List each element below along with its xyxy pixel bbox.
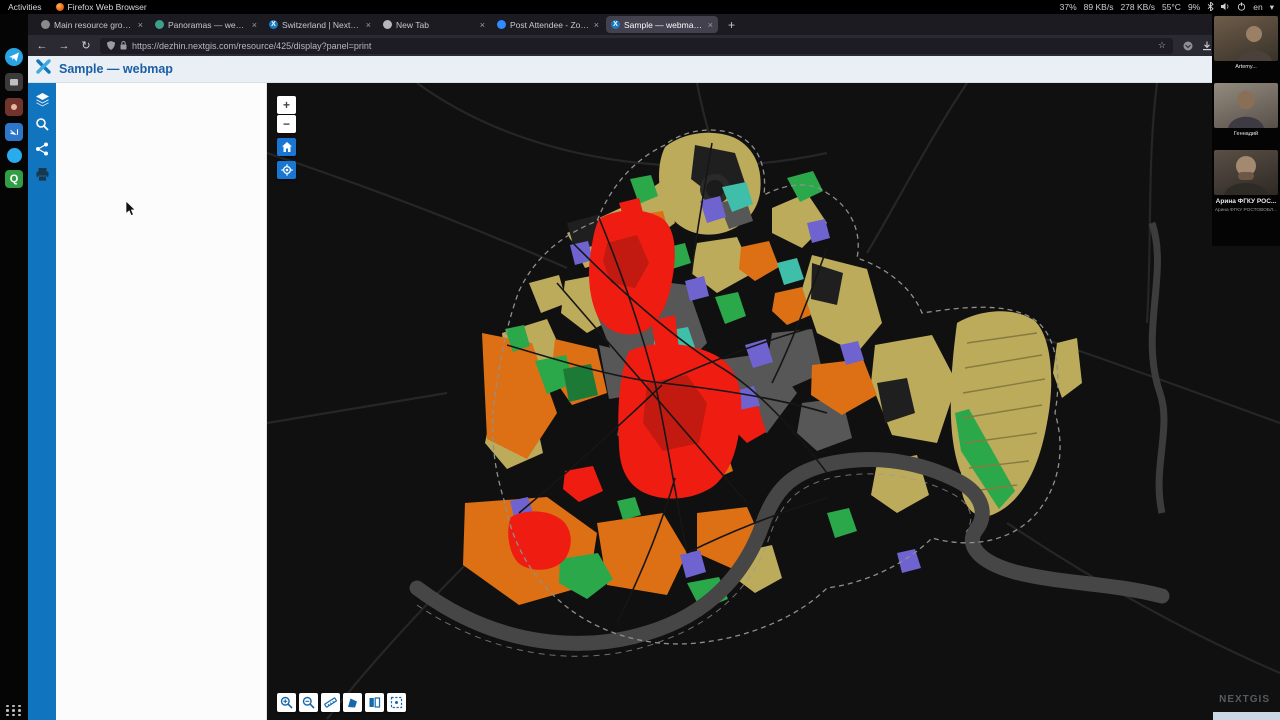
zoom-in-button[interactable]: + (277, 96, 296, 114)
corner-strip (1213, 712, 1280, 720)
system-menu-chevron[interactable]: ▾ (1270, 2, 1274, 13)
firefox-icon (55, 3, 64, 11)
shield-icon[interactable] (107, 41, 115, 50)
nextgis-favicon: X (269, 20, 278, 29)
initial-extent-tool[interactable] (387, 693, 406, 712)
tab-title: Panoramas — webmap (168, 19, 248, 30)
tab-title: Post Attendee - Zoom (510, 19, 590, 30)
net-down-rate: 89 KB/s (1083, 2, 1114, 12)
tab-close-icon[interactable]: × (252, 20, 257, 30)
reload-button[interactable]: ↻ (78, 39, 94, 52)
participant-video[interactable] (1214, 83, 1278, 128)
tab-close-icon[interactable]: × (138, 20, 143, 30)
basemap-rendering (267, 83, 1280, 720)
media-app-icon[interactable] (5, 98, 23, 116)
tab-panoramas[interactable]: Panoramas — webmap × (150, 16, 262, 33)
url-text[interactable]: https://dezhin.nextgis.com/resource/425/… (132, 41, 1153, 51)
bookmark-star-icon[interactable]: ☆ (1158, 40, 1166, 51)
home-extent-button[interactable] (277, 138, 296, 156)
vscode-icon[interactable] (5, 123, 23, 141)
locate-me-button[interactable] (277, 161, 296, 179)
system-top-bar: Activities Firefox Web Browser 37% 89 KB… (0, 0, 1280, 14)
tab-close-icon[interactable]: × (480, 20, 485, 30)
nextgis-favicon: X (611, 20, 620, 29)
url-bar[interactable]: https://dezhin.nextgis.com/resource/425/… (100, 37, 1173, 54)
print-panel[interactable] (56, 83, 267, 720)
zoom-out-tool[interactable] (299, 693, 318, 712)
zoom-in-tool[interactable] (277, 693, 296, 712)
tab-switzerland[interactable]: X Switzerland | NextGIS × (264, 16, 376, 33)
keyboard-layout[interactable]: en (1253, 2, 1262, 12)
tab-title: Sample — webmap | S (624, 19, 704, 30)
navigation-bar: ← → ↻ https://dezhin.nextgis.com/resourc… (28, 35, 1280, 56)
webmap-title: Sample — webmap (59, 62, 173, 76)
pocket-icon[interactable] (1183, 41, 1193, 51)
tab-sample-webmap[interactable]: X Sample — webmap | S × (606, 16, 718, 33)
webmap-header: Sample — webmap (28, 56, 1280, 83)
forward-button[interactable]: → (56, 40, 72, 52)
participant-video[interactable] (1214, 16, 1278, 61)
telegram-icon[interactable] (5, 48, 23, 66)
activities-button[interactable]: Activities (0, 2, 50, 12)
firefox-window: Main resource group | × Panoramas — webm… (28, 14, 1280, 720)
participant-name: Геннадий (1233, 131, 1259, 137)
tab-new-tab[interactable]: New Tab × (378, 16, 490, 33)
qgis-icon[interactable]: Q (5, 170, 23, 188)
new-tab-button[interactable]: + (720, 18, 743, 32)
tab-close-icon[interactable]: × (366, 20, 371, 30)
tab-main-resource-group[interactable]: Main resource group | × (36, 16, 148, 33)
zoom-video-panel: Artemy... Геннадий Арина ФГКУ РОС... Ари… (1212, 14, 1280, 246)
tab-title: New Tab (396, 19, 429, 30)
mem-usage: 9% (1187, 2, 1201, 12)
focused-app-indicator[interactable]: Firefox Web Browser (50, 2, 153, 12)
participant-video[interactable] (1214, 150, 1278, 195)
zoom-out-button[interactable]: − (277, 115, 296, 133)
mouse-cursor (125, 201, 136, 217)
lock-icon[interactable] (120, 41, 127, 50)
map-tools-bar (277, 693, 406, 712)
print-button[interactable] (33, 165, 51, 183)
cpu-usage: 37% (1059, 2, 1077, 12)
app-dock: Q (0, 14, 28, 720)
webmap-tool-rail (28, 83, 56, 720)
files-app-icon[interactable] (5, 73, 23, 91)
active-speaker-full-name: Арина ФГКУ РОСТОВОБЛ... (1214, 208, 1278, 213)
show-applications-button[interactable] (0, 704, 28, 716)
share-button[interactable] (33, 140, 51, 158)
map-favicon (155, 20, 164, 29)
nextgis-logo[interactable] (36, 59, 51, 79)
tab-title: Main resource group | (54, 19, 134, 30)
layers-button[interactable] (33, 90, 51, 108)
desktop: Activities Firefox Web Browser 37% 89 KB… (0, 0, 1280, 720)
cpu-temp: 55°C (1161, 2, 1181, 12)
globe-favicon (41, 20, 50, 29)
net-up-rate: 278 KB/s (1120, 2, 1155, 12)
nextgis-webmap-app: Sample — webmap + − NEXTGIS (28, 56, 1280, 720)
measure-distance-tool[interactable] (321, 693, 340, 712)
bluetooth-icon[interactable] (1207, 1, 1214, 13)
tab-bar: Main resource group | × Panoramas — webm… (28, 14, 1280, 35)
active-speaker-name: Арина ФГКУ РОС... (1215, 198, 1277, 205)
tab-title: Switzerland | NextGIS (282, 19, 362, 30)
layer-swipe-tool[interactable] (365, 693, 384, 712)
map-zoom-control: + − (277, 96, 296, 180)
tab-close-icon[interactable]: × (594, 20, 599, 30)
zoom-favicon (497, 20, 506, 29)
page-favicon (383, 20, 392, 29)
nextgis-watermark[interactable]: NEXTGIS (1219, 694, 1270, 705)
downloads-icon[interactable] (1202, 41, 1212, 51)
participant-name: Artemy... (1235, 64, 1257, 70)
search-button[interactable] (33, 115, 51, 133)
focused-app-title: Firefox Web Browser (67, 2, 147, 12)
measure-area-tool[interactable] (343, 693, 362, 712)
volume-icon[interactable] (1221, 2, 1230, 13)
messenger-icon[interactable] (6, 148, 22, 163)
back-button[interactable]: ← (34, 40, 50, 52)
power-icon[interactable] (1237, 2, 1246, 13)
map-canvas[interactable]: + − NEXTGIS (267, 83, 1280, 720)
tab-close-icon[interactable]: × (708, 20, 713, 30)
tab-zoom[interactable]: Post Attendee - Zoom × (492, 16, 604, 33)
